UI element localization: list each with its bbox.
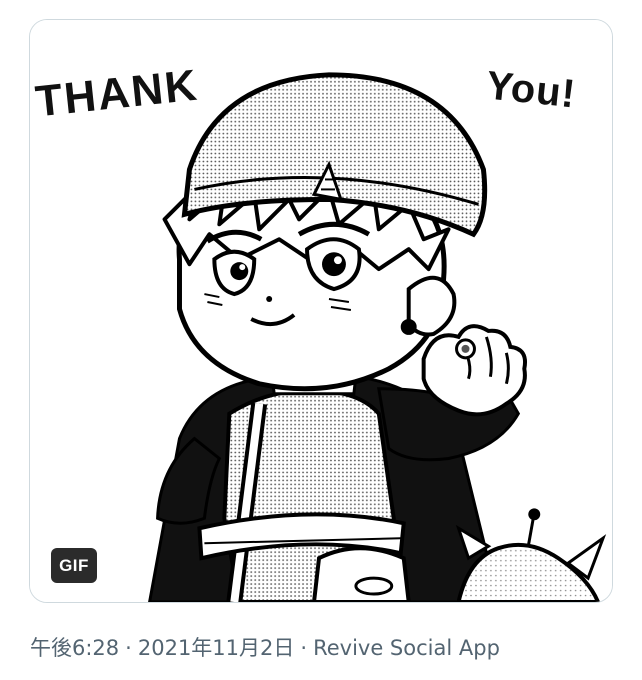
meta-separator: · (125, 636, 132, 660)
manga-character-waving-icon: THANK You! (30, 20, 612, 602)
meta-separator: · (300, 636, 308, 660)
you-caption: You! (484, 63, 578, 116)
gif-media-card[interactable]: THANK You! GIF (29, 19, 613, 603)
tweet-date[interactable]: 2021年11月2日 (138, 636, 295, 660)
tweet-source[interactable]: Revive Social App (313, 636, 500, 660)
tweet-time[interactable]: 午後6:28 (30, 636, 119, 660)
tweet-metadata: 午後6:28 · 2021年11月2日 · Revive Social App (30, 632, 500, 662)
gif-badge: GIF (51, 548, 97, 583)
